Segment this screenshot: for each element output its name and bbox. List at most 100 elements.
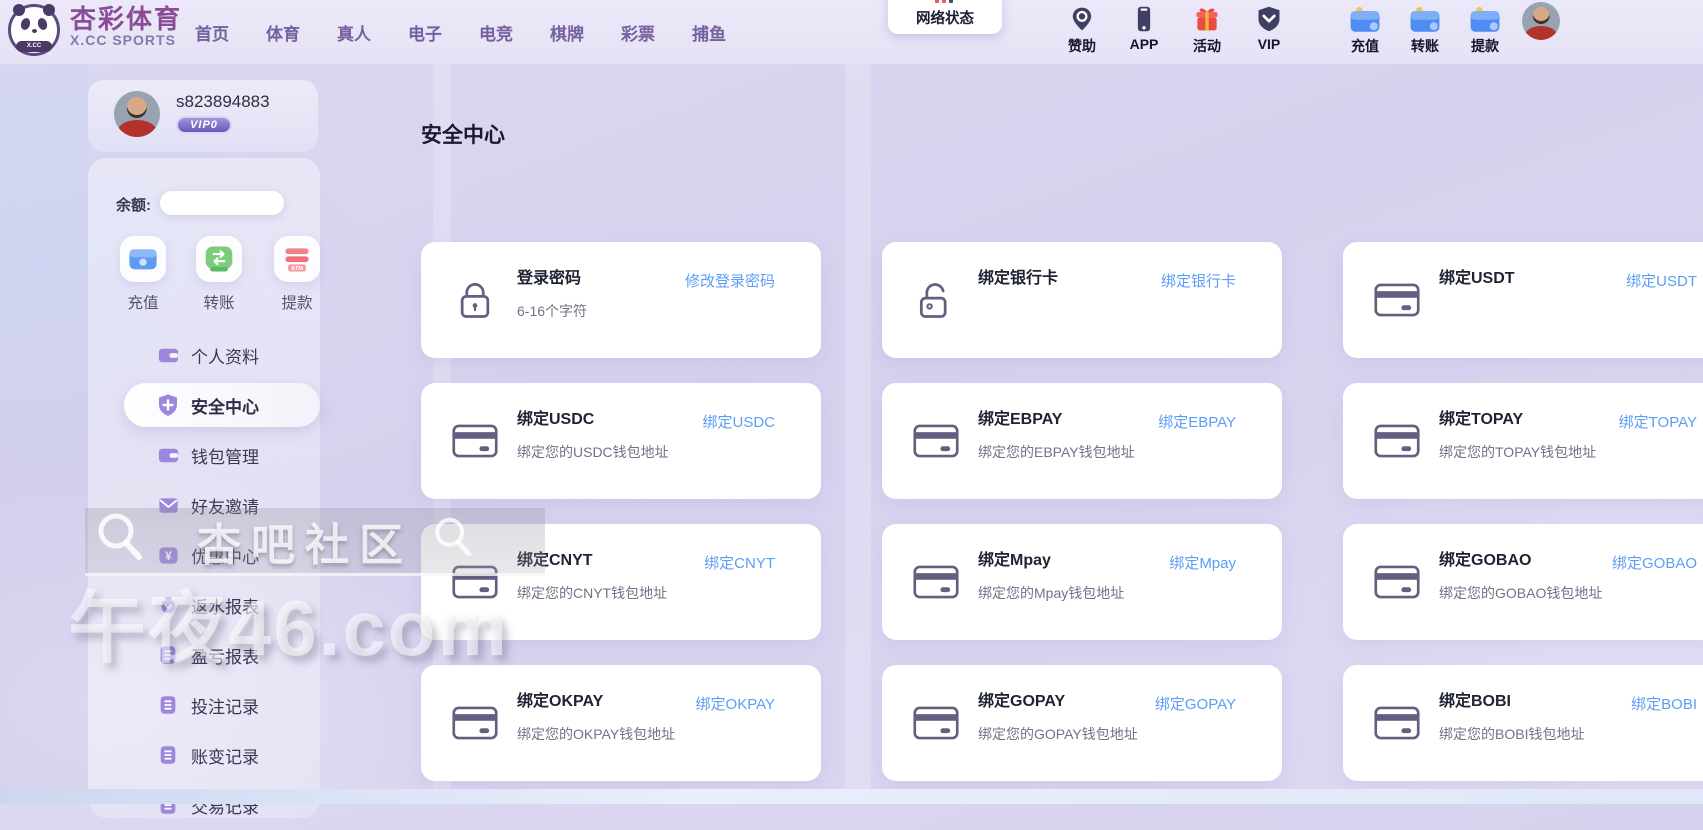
sidebar-quick-action-0[interactable]: 充值	[112, 236, 174, 313]
security-card-1: 绑定银行卡 绑定银行卡	[882, 242, 1282, 358]
card-subtitle: 6-16个字符	[517, 301, 587, 321]
top-nav-item-5[interactable]: 棋牌	[550, 20, 584, 45]
sidebar-menu-item-8[interactable]: 账变记录	[88, 730, 320, 780]
bank-card-icon	[1373, 558, 1421, 606]
brand-text: 杏彩体育 X.CC SPORTS	[70, 6, 182, 48]
profile-card-icon	[156, 343, 180, 367]
vip-shield-icon	[1240, 3, 1298, 35]
bank-card-icon	[912, 699, 960, 747]
brand-logo[interactable]: X.CC	[8, 4, 60, 56]
security-card-6: 绑定CNYT 绑定您的CNYT钱包地址 绑定CNYT	[421, 524, 821, 640]
card-subtitle: 绑定您的EBPAY钱包地址	[978, 442, 1135, 462]
panda-eye-icon	[19, 17, 31, 31]
card-action-link[interactable]: 绑定Mpay	[1169, 552, 1236, 573]
bank-card-icon	[912, 558, 960, 606]
app-icon	[1115, 3, 1173, 35]
top-wallet-action-0[interactable]: 充值	[1336, 3, 1394, 56]
sidebar-menu-item-0[interactable]: 个人资料	[88, 330, 320, 380]
card-title: 绑定Mpay	[978, 550, 1051, 572]
top-nav-item-4[interactable]: 电竞	[479, 20, 513, 45]
bottom-strip	[0, 789, 1703, 804]
card-action-link[interactable]: 绑定BOBI	[1631, 693, 1697, 714]
card-title: 绑定BOBI	[1439, 691, 1511, 713]
card-title: 绑定TOPAY	[1439, 409, 1523, 431]
sidebar-menu-item-7[interactable]: 投注记录	[88, 680, 320, 730]
top-action-1[interactable]: APP	[1115, 3, 1173, 52]
security-card-8: 绑定GOBAO 绑定您的GOBAO钱包地址 绑定GOBAO	[1343, 524, 1703, 640]
sidebar-menu-item-1[interactable]: 安全中心	[88, 380, 320, 430]
top-action-2[interactable]: 活动	[1178, 3, 1236, 56]
card-action-link[interactable]: 绑定OKPAY	[696, 693, 775, 714]
sidebar-menu-item-9[interactable]: 交易记录	[88, 780, 320, 830]
card-subtitle: 绑定您的Mpay钱包地址	[978, 583, 1124, 603]
card-subtitle: 绑定您的GOBAO钱包地址	[1439, 583, 1602, 603]
sidebar-quick-action-1[interactable]: 转账	[188, 236, 250, 313]
sidebar-menu-item-5[interactable]: 返水报表	[88, 580, 320, 630]
unlock-icon	[912, 276, 960, 324]
gift-icon	[1178, 3, 1236, 35]
sidebar-menu-item-6[interactable]: 盈亏报表	[88, 630, 320, 680]
security-card-7: 绑定Mpay 绑定您的Mpay钱包地址 绑定Mpay	[882, 524, 1282, 640]
atm-icon: ATM	[274, 236, 320, 282]
top-action-0[interactable]: 赞助	[1053, 3, 1111, 56]
card-subtitle: 绑定您的USDC钱包地址	[517, 442, 669, 462]
sidebar-menu-item-3[interactable]: 好友邀请	[88, 480, 320, 530]
card-action-link[interactable]: 绑定TOPAY	[1619, 411, 1697, 432]
card-title: 绑定GOPAY	[978, 691, 1065, 713]
sidebar-user-card: s823894883 VIP0	[88, 80, 318, 152]
security-card-0: 登录密码 6-16个字符 修改登录密码	[421, 242, 821, 358]
sidebar-menu-item-4[interactable]: ¥ 优惠中心	[88, 530, 320, 580]
top-nav-item-0[interactable]: 首页	[195, 20, 229, 45]
network-status-button[interactable]: 网络状态	[888, 0, 1002, 34]
sidebar-menu: 个人资料 安全中心 钱包管理 好友邀请 ¥ 优惠中心 返水报表 盈亏报表 投注记…	[88, 330, 320, 830]
bank-card-icon	[451, 699, 499, 747]
card-action-link[interactable]: 绑定USDC	[702, 411, 775, 432]
sidebar-avatar[interactable]	[114, 91, 160, 137]
card-action-link[interactable]: 绑定GOBAO	[1612, 552, 1697, 573]
bank-card-icon	[1373, 276, 1421, 324]
bank-card-icon	[1373, 417, 1421, 465]
page-title: 安全中心	[421, 119, 505, 149]
card-subtitle: 绑定您的BOBI钱包地址	[1439, 724, 1584, 744]
card-action-link[interactable]: 绑定CNYT	[704, 552, 775, 573]
sidebar-menu-item-2[interactable]: 钱包管理	[88, 430, 320, 480]
recharge-wallet-icon	[120, 236, 166, 282]
user-avatar[interactable]	[1522, 2, 1560, 40]
sidebar-panel: 余额: 充值 转账 ATM 提款 个人资料 安全中心 钱包管理 好友邀请 ¥ 优…	[88, 158, 320, 818]
panda-ear-icon	[13, 4, 25, 16]
card-action-link[interactable]: 绑定银行卡	[1161, 270, 1236, 291]
wallet-blue-icon	[1336, 3, 1394, 35]
wallet-icon	[156, 443, 180, 467]
security-cards-grid: 登录密码 6-16个字符 修改登录密码 绑定银行卡 绑定银行卡 绑定USDT 绑…	[421, 242, 1703, 781]
top-nav-item-2[interactable]: 真人	[337, 20, 371, 45]
card-action-link[interactable]: 绑定GOPAY	[1155, 693, 1236, 714]
bank-card-icon	[912, 417, 960, 465]
bank-card-icon	[451, 417, 499, 465]
wallet-blue-icon	[1396, 3, 1454, 35]
card-title: 绑定USDT	[1439, 268, 1515, 290]
report-list-icon	[156, 643, 180, 667]
card-action-link[interactable]: 修改登录密码	[685, 270, 775, 291]
card-title: 绑定银行卡	[978, 268, 1058, 290]
top-nav-item-6[interactable]: 彩票	[621, 20, 655, 45]
background-left-band	[0, 64, 88, 804]
card-action-link[interactable]: 绑定USDT	[1626, 270, 1697, 291]
card-subtitle: 绑定您的CNYT钱包地址	[517, 583, 667, 603]
sidebar-quick-action-2[interactable]: ATM 提款	[266, 236, 328, 313]
network-status-label: 网络状态	[888, 7, 1002, 28]
rebate-pouch-icon	[156, 593, 180, 617]
security-card-9: 绑定OKPAY 绑定您的OKPAY钱包地址 绑定OKPAY	[421, 665, 821, 781]
top-nav-item-7[interactable]: 捕鱼	[692, 20, 726, 45]
wallet-blue-icon	[1456, 3, 1514, 35]
top-wallet-action-2[interactable]: 提款	[1456, 3, 1514, 56]
transfer-arrows-icon	[196, 236, 242, 282]
card-action-link[interactable]: 绑定EBPAY	[1158, 411, 1236, 432]
top-wallet-action-1[interactable]: 转账	[1396, 3, 1454, 56]
top-action-3[interactable]: VIP	[1240, 3, 1298, 52]
svg-text:ATM: ATM	[291, 266, 303, 272]
security-card-2: 绑定USDT 绑定USDT	[1343, 242, 1703, 358]
top-nav-item-3[interactable]: 电子	[408, 20, 442, 45]
top-nav-item-1[interactable]: 体育	[266, 20, 300, 45]
card-subtitle: 绑定您的OKPAY钱包地址	[517, 724, 675, 744]
balance-label: 余额:	[116, 194, 151, 215]
